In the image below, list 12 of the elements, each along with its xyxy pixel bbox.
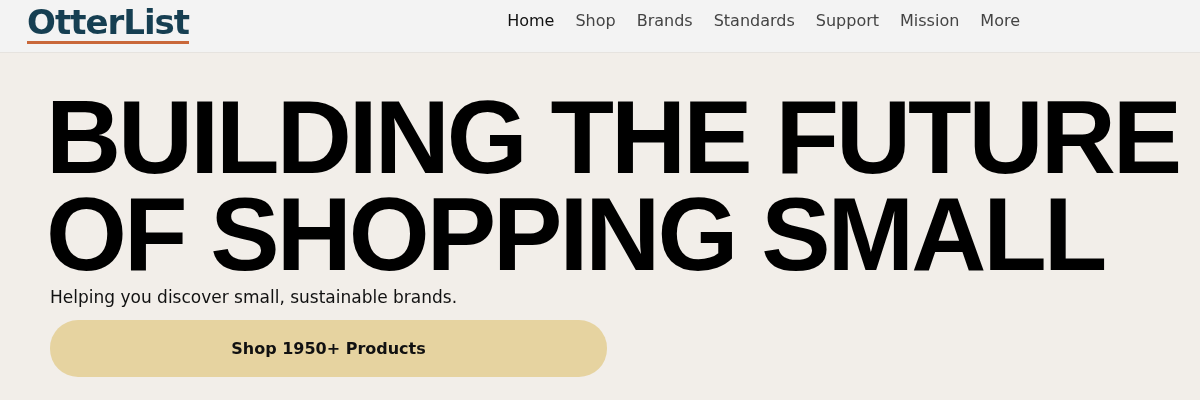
hero-headline: OF SHOPPING SMALL	[46, 186, 1106, 283]
hero-headline: BUILDING THE FUTURE	[46, 89, 1181, 186]
nav-link[interactable]: Standards	[713, 10, 795, 30]
nav-link[interactable]: Home	[507, 10, 555, 30]
hero-subtitle: Helping you discover small, sustainable brands.	[50, 287, 459, 307]
nav-link[interactable]: Mission	[900, 10, 960, 30]
nav-link[interactable]: More	[980, 10, 1020, 30]
shop-button[interactable]: Shop 1950+ Products	[50, 320, 607, 377]
nav-link[interactable]: Brands	[636, 10, 693, 30]
nav-link[interactable]: Shop	[575, 10, 616, 30]
nav-link[interactable]: Support	[815, 10, 880, 30]
logo[interactable]: OtterList	[27, 4, 190, 44]
